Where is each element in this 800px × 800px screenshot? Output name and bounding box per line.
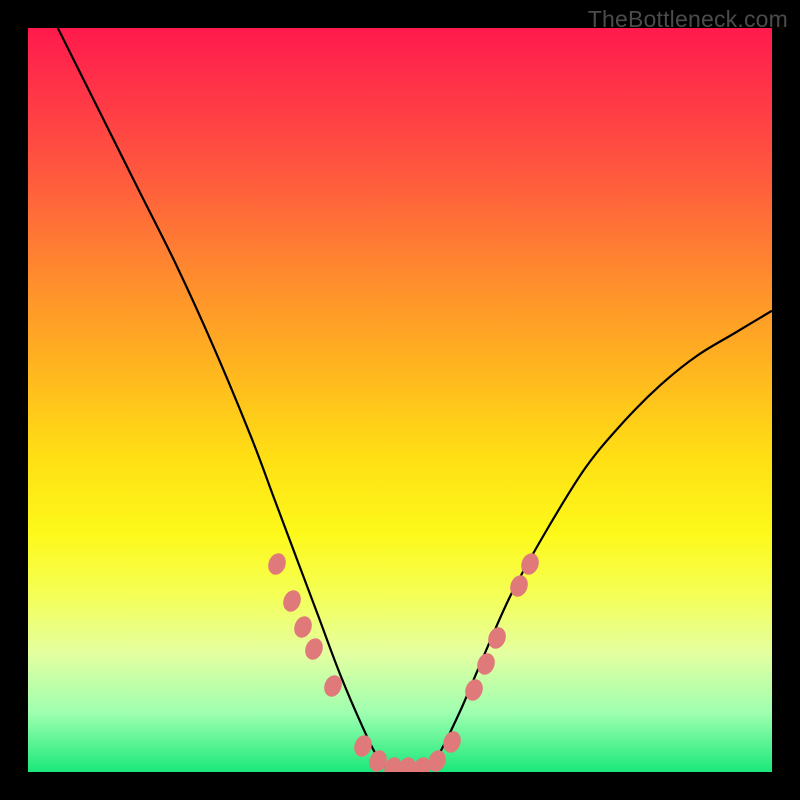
plot-area: [28, 28, 772, 772]
bottleneck-curve: [28, 28, 772, 772]
outer-frame: TheBottleneck.com: [0, 0, 800, 800]
curve-path: [58, 28, 772, 772]
